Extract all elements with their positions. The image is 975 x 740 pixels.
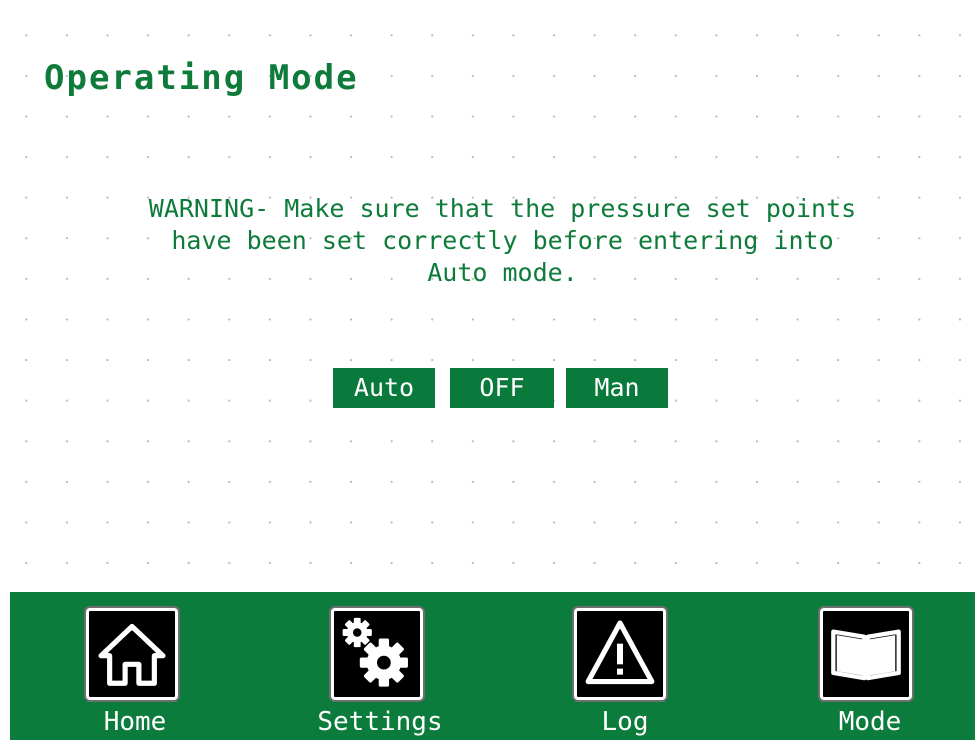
bottom-nav-bar: Home Settings Log Mode bbox=[10, 592, 975, 740]
gears-icon[interactable] bbox=[331, 608, 423, 700]
nav-item-mode[interactable]: Mode bbox=[805, 592, 935, 740]
auto-mode-button[interactable]: Auto bbox=[333, 368, 435, 408]
nav-label-log: Log bbox=[601, 707, 649, 737]
page-title: Operating Mode bbox=[44, 58, 359, 98]
warning-triangle-icon[interactable] bbox=[574, 608, 666, 700]
home-icon[interactable] bbox=[86, 608, 178, 700]
nav-label-home: Home bbox=[103, 707, 167, 737]
manual-mode-button[interactable]: Man bbox=[566, 368, 668, 408]
book-icon[interactable] bbox=[820, 608, 912, 700]
nav-item-log[interactable]: Log bbox=[560, 592, 690, 740]
nav-label-mode: Mode bbox=[838, 707, 902, 737]
nav-item-settings[interactable]: Settings bbox=[315, 592, 445, 740]
nav-item-home[interactable]: Home bbox=[70, 592, 200, 740]
warning-message: WARNING- Make sure that the pressure set… bbox=[148, 194, 857, 287]
nav-label-settings: Settings bbox=[317, 707, 443, 737]
off-mode-button[interactable]: OFF bbox=[450, 368, 554, 408]
